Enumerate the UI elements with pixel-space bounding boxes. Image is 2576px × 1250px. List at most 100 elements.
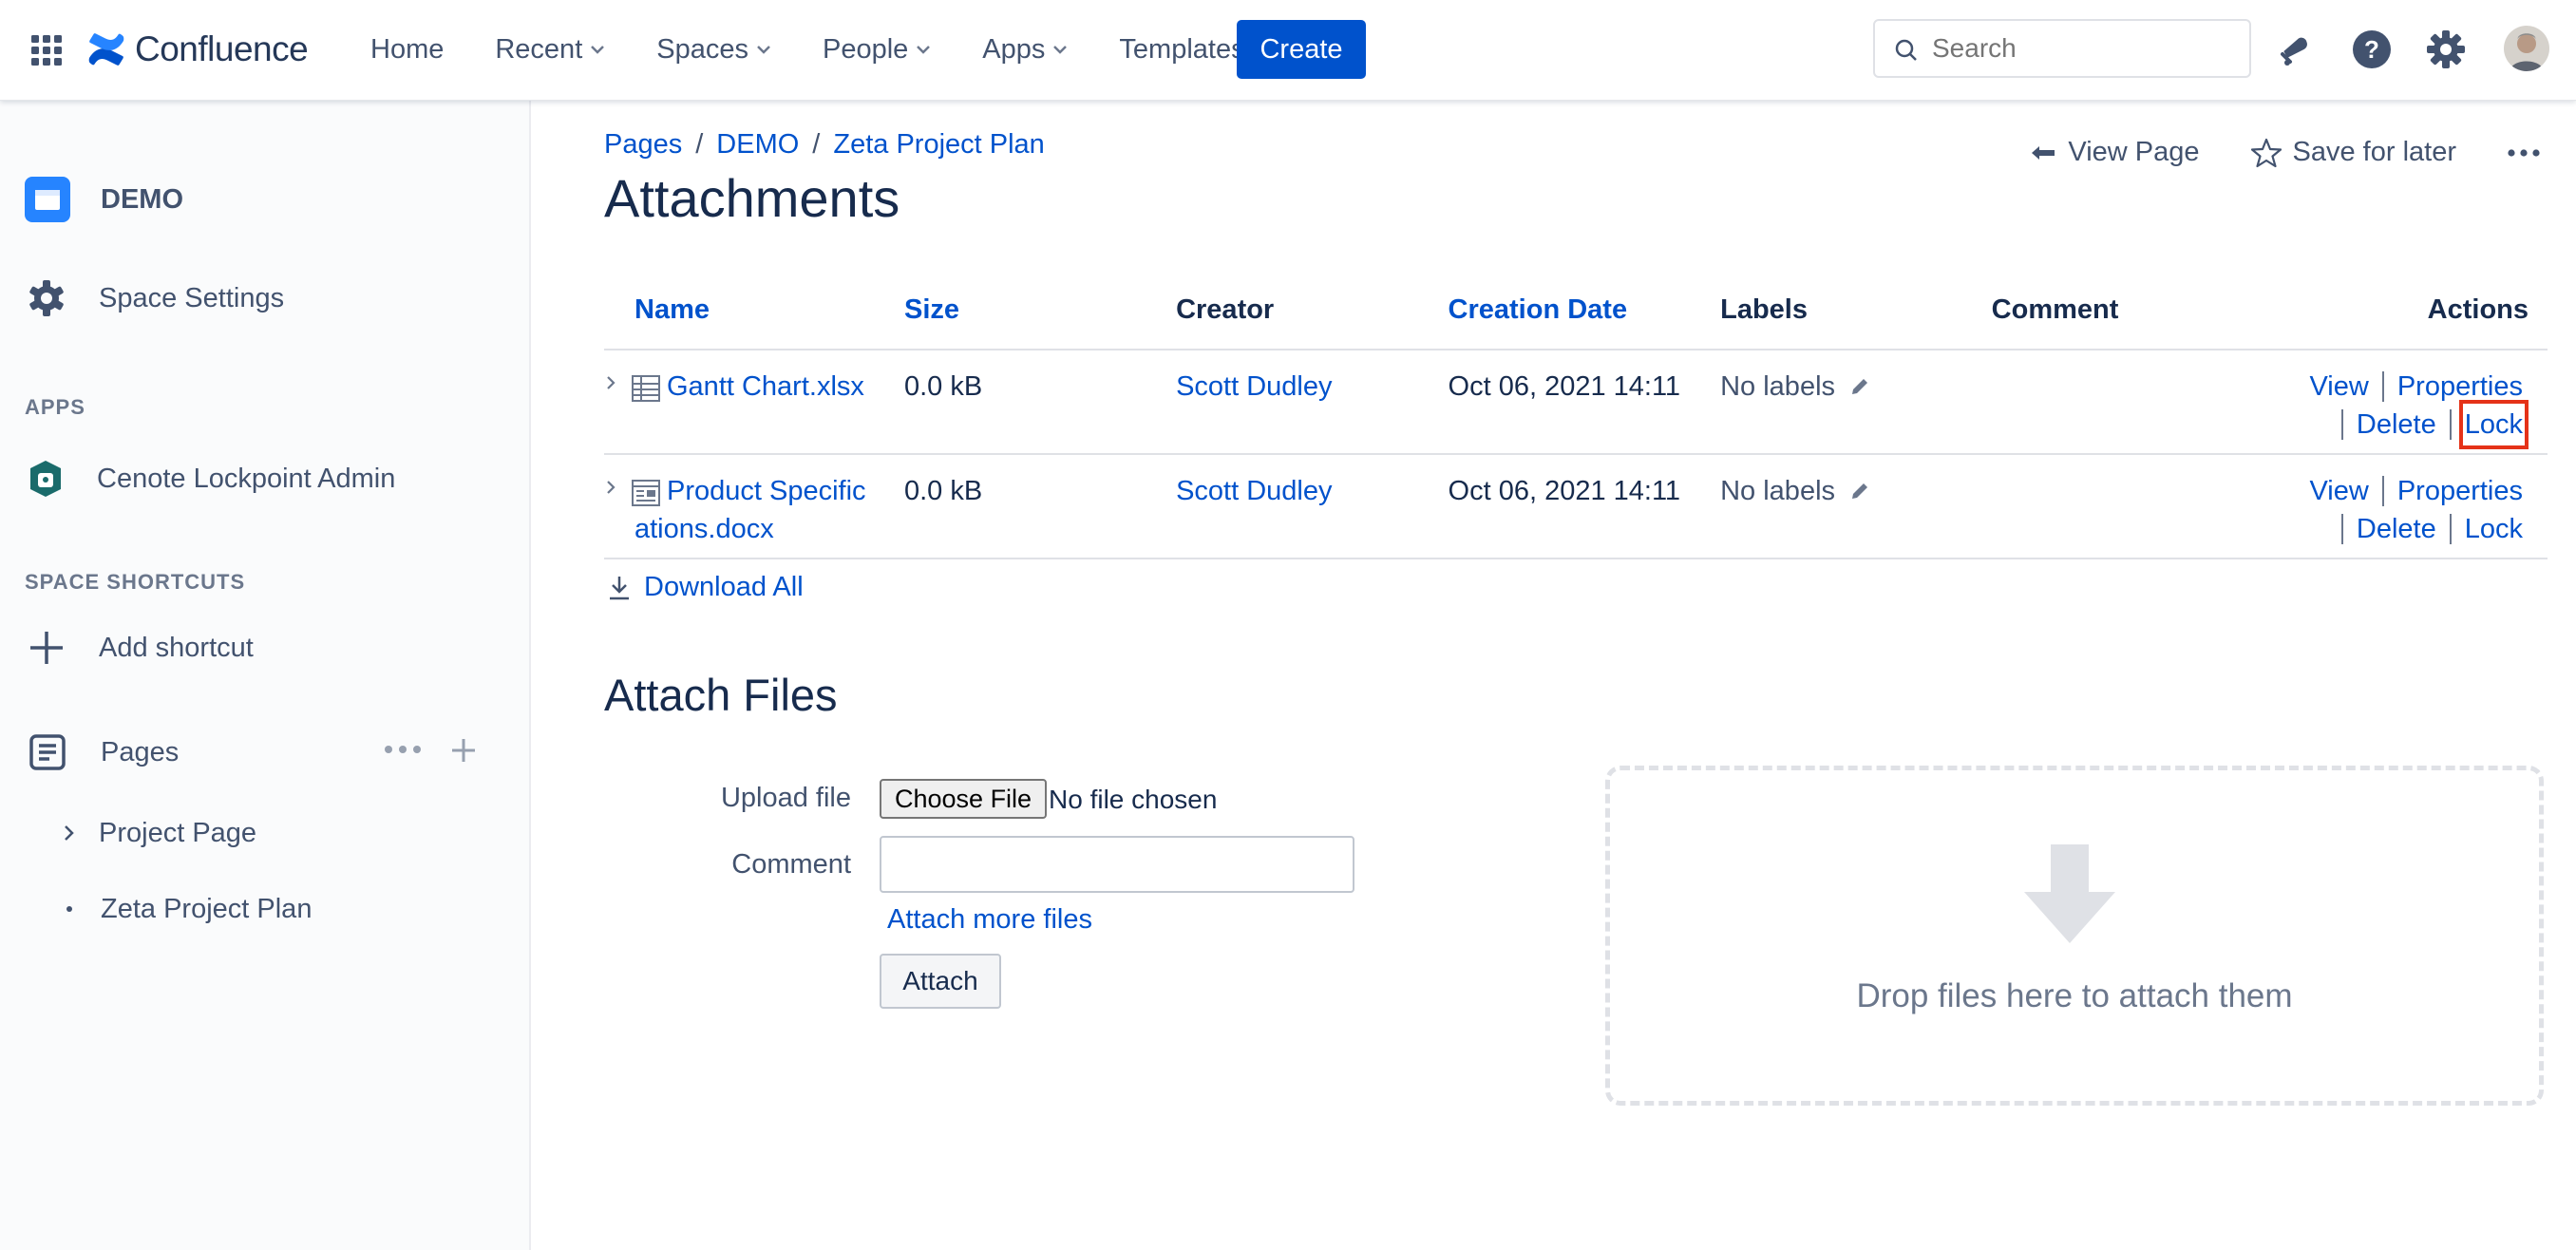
- chevron-right-icon[interactable]: [63, 824, 76, 843]
- column-header-name[interactable]: Name: [604, 272, 904, 350]
- properties-action-link[interactable]: Properties: [2397, 368, 2523, 406]
- attachment-name-link[interactable]: Gantt Chart.xlsx: [667, 368, 864, 406]
- attachment-comment: [1991, 454, 2263, 559]
- download-icon: [608, 575, 644, 601]
- nav-home[interactable]: Home: [370, 34, 444, 66]
- main-nav: Home Recent Spaces People Apps Templates: [370, 0, 1297, 99]
- attachment-size: 0.0 kB: [904, 350, 1177, 455]
- search-box[interactable]: [1873, 19, 2251, 78]
- action-divider: [2449, 514, 2452, 544]
- chevron-right-icon[interactable]: [604, 368, 631, 394]
- sidebar-page-zeta-project-plan[interactable]: Zeta Project Plan: [0, 883, 531, 935]
- attach-button[interactable]: Attach: [880, 954, 1001, 1009]
- column-header-actions: Actions: [2263, 272, 2548, 350]
- shortcuts-section-heading: SPACE SHORTCUTS: [25, 570, 246, 594]
- more-options-icon: [2508, 148, 2551, 157]
- space-sidebar: DEMO Space Settings APPS Cenote Lockpoin…: [0, 101, 531, 1250]
- add-page-icon[interactable]: [450, 737, 477, 764]
- table-header-row: Name Size Creator Creation Date Labels C…: [604, 272, 2548, 350]
- sidebar-page-label: Project Page: [99, 817, 257, 848]
- action-divider: [2340, 514, 2343, 544]
- table-row: Gantt Chart.xlsx 0.0 kB Scott Dudley Oct…: [604, 350, 2548, 455]
- table-row: Product Specific ations.docx 0.0 kB Scot…: [604, 454, 2548, 559]
- search-input[interactable]: [1932, 33, 2236, 64]
- confluence-logo-icon: [87, 30, 125, 68]
- column-header-comment: Comment: [1991, 272, 2263, 350]
- star-icon: [2250, 138, 2293, 168]
- chevron-right-icon[interactable]: [604, 472, 631, 499]
- nav-templates[interactable]: Templates: [1119, 34, 1244, 66]
- avatar[interactable]: [2504, 26, 2549, 71]
- sidebar-item-add-shortcut[interactable]: Add shortcut: [0, 621, 531, 674]
- save-for-later-label: Save for later: [2292, 137, 2456, 167]
- file-drop-zone[interactable]: Drop files here to attach them: [1605, 766, 2544, 1106]
- lockpoint-app-icon: [28, 460, 63, 498]
- delete-action-link[interactable]: Delete: [2357, 406, 2436, 444]
- download-all-link[interactable]: Download All: [608, 572, 804, 603]
- breadcrumb-separator: /: [812, 129, 821, 160]
- nav-apps-label: Apps: [982, 33, 1046, 65]
- confluence-logo[interactable]: Confluence: [87, 28, 309, 71]
- column-header-size[interactable]: Size: [904, 272, 1177, 350]
- column-header-creation-date[interactable]: Creation Date: [1448, 272, 1721, 350]
- help-icon[interactable]: ?: [2352, 29, 2392, 69]
- gear-icon: [27, 278, 66, 318]
- gear-icon[interactable]: [2426, 29, 2466, 69]
- arrow-left-icon: [2030, 142, 2068, 163]
- sidebar-item-lockpoint-admin[interactable]: Cenote Lockpoint Admin: [0, 452, 531, 505]
- lock-action-link[interactable]: Lock: [2465, 510, 2523, 548]
- view-action-link[interactable]: View: [2309, 368, 2368, 406]
- attachment-name-link[interactable]: Product Specific: [667, 476, 866, 506]
- action-divider: [2449, 409, 2452, 440]
- app-name: Confluence: [135, 29, 309, 68]
- comment-label: Comment: [731, 849, 851, 880]
- choose-file-button[interactable]: Choose File: [880, 779, 1048, 819]
- comment-input[interactable]: [880, 836, 1354, 893]
- sidebar-space-home[interactable]: DEMO: [0, 171, 531, 228]
- attachment-date: Oct 06, 2021 14:11: [1448, 454, 1721, 559]
- lock-action-link[interactable]: Lock: [2458, 400, 2529, 449]
- space-name: DEMO: [101, 183, 183, 215]
- attachment-labels: No labels: [1720, 371, 1836, 402]
- top-navigation-bar: Confluence Home Recent Spaces People App…: [0, 0, 2576, 101]
- attachment-name-link-continued[interactable]: ations.docx: [635, 514, 774, 544]
- sidebar-page-project-page[interactable]: Project Page: [0, 807, 531, 859]
- file-status: No file chosen: [1049, 785, 1218, 814]
- breadcrumb-pages[interactable]: Pages: [604, 129, 682, 161]
- create-button[interactable]: Create: [1237, 20, 1366, 79]
- attachment-creator-link[interactable]: Scott Dudley: [1176, 476, 1332, 506]
- grid-icon[interactable]: [31, 35, 62, 66]
- column-header-creator: Creator: [1176, 272, 1449, 350]
- pencil-icon[interactable]: [1835, 480, 1871, 502]
- attachment-creator-link[interactable]: Scott Dudley: [1176, 371, 1332, 402]
- sidebar-page-label: Zeta Project Plan: [101, 893, 313, 924]
- plus-icon: [28, 630, 65, 666]
- attachment-labels: No labels: [1720, 476, 1836, 506]
- breadcrumb-zeta-project-plan[interactable]: Zeta Project Plan: [833, 129, 1044, 161]
- sidebar-item-pages[interactable]: Pages: [0, 724, 531, 781]
- search-icon: [1894, 38, 1919, 63]
- action-divider: [2340, 409, 2343, 440]
- attachment-comment: [1991, 350, 2263, 455]
- pencil-icon[interactable]: [1835, 375, 1871, 398]
- column-header-labels: Labels: [1720, 272, 1992, 350]
- save-for-later-button[interactable]: Save for later: [2250, 137, 2456, 168]
- nav-apps[interactable]: Apps: [982, 34, 1068, 66]
- bell-icon[interactable]: [2276, 29, 2314, 67]
- view-action-link[interactable]: View: [2309, 472, 2368, 510]
- chevron-down-icon: [756, 45, 771, 54]
- nav-spaces[interactable]: Spaces: [656, 34, 771, 66]
- view-page-button[interactable]: View Page: [2030, 137, 2200, 168]
- nav-people[interactable]: People: [823, 34, 931, 66]
- nav-templates-label: Templates: [1119, 33, 1245, 65]
- delete-action-link[interactable]: Delete: [2357, 510, 2436, 548]
- nav-recent[interactable]: Recent: [495, 34, 605, 66]
- more-options-icon[interactable]: [384, 745, 422, 754]
- attachment-date: Oct 06, 2021 14:11: [1448, 350, 1721, 455]
- breadcrumb-demo[interactable]: DEMO: [716, 129, 799, 161]
- properties-action-link[interactable]: Properties: [2397, 472, 2523, 510]
- attach-more-files-link[interactable]: Attach more files: [887, 904, 1092, 936]
- drop-zone-text: Drop files here to attach them: [1856, 977, 2293, 1014]
- sidebar-item-space-settings[interactable]: Space Settings: [0, 272, 531, 325]
- more-actions-button[interactable]: [2508, 148, 2551, 157]
